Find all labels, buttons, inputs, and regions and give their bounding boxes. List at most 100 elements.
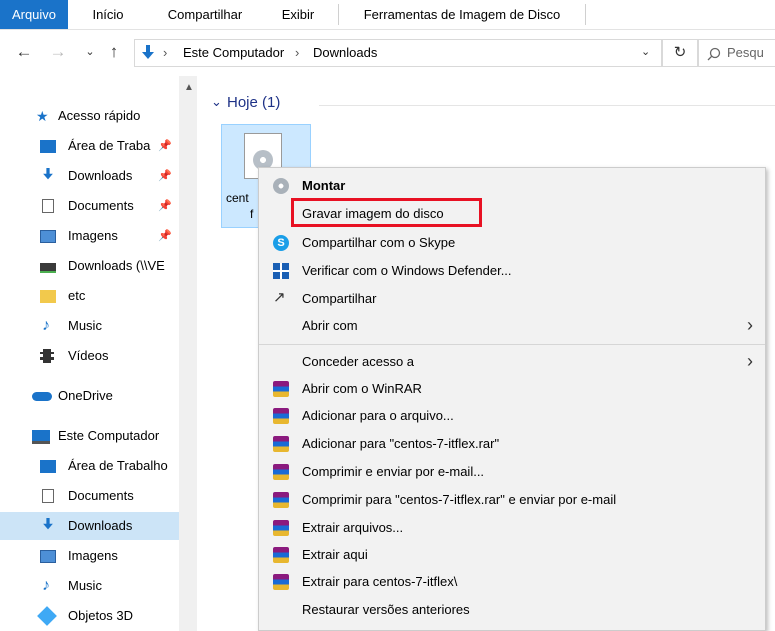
nav-item-documents-quick[interactable]: Documents 📌 xyxy=(0,192,179,220)
download-arrow-icon xyxy=(43,168,53,180)
submenu-chevron-icon: › xyxy=(747,351,753,371)
nav-item-imagens-pc[interactable]: Imagens xyxy=(0,542,179,570)
address-bar[interactable]: › Este Computador › Downloads ⌄ xyxy=(134,39,662,67)
group-collapse-chevron-icon[interactable]: ⌄ xyxy=(211,94,222,110)
nav-item-downloads-pc[interactable]: Downloads xyxy=(0,512,179,540)
nav-quick-access[interactable]: ★ Acesso rápido xyxy=(0,102,179,130)
film-icon xyxy=(40,349,54,363)
tab-compartilhar[interactable]: Compartilhar xyxy=(153,0,257,29)
nav-item-imagens-quick[interactable]: Imagens 📌 xyxy=(0,222,179,250)
menu-label: Compartilhar com o Skype xyxy=(302,235,456,250)
computer-icon xyxy=(32,430,50,444)
file-name-line: f xyxy=(250,207,254,221)
menu-item-conceder-acesso[interactable]: Conceder acesso a › xyxy=(259,348,765,375)
winrar-icon xyxy=(273,574,289,590)
breadcrumb-este-computador[interactable]: Este Computador xyxy=(183,45,284,60)
menu-label: Restaurar versões anteriores xyxy=(302,602,470,617)
nav-label: Este Computador xyxy=(58,428,160,443)
nav-este-computador[interactable]: Este Computador xyxy=(0,422,179,450)
menu-label: Abrir com xyxy=(302,318,358,333)
menu-item-restaurar-versoes[interactable]: Restaurar versões anteriores xyxy=(259,596,765,623)
menu-item-extrair-para[interactable]: Extrair para centos-7-itflex\ xyxy=(259,568,765,595)
menu-item-comprimir-email[interactable]: Comprimir e enviar por e-mail... xyxy=(259,458,765,485)
defender-icon xyxy=(273,263,289,279)
menu-label: Comprimir e enviar por e-mail... xyxy=(302,464,485,479)
nav-item-documents-pc[interactable]: Documents xyxy=(0,482,179,510)
menu-item-compartilhar[interactable]: ↗ Compartilhar xyxy=(259,285,765,312)
desktop-icon xyxy=(40,140,56,153)
menu-label: Verificar com o Windows Defender... xyxy=(302,263,512,278)
menu-label: Comprimir para "centos-7-itflex.rar" e e… xyxy=(302,492,617,507)
nav-item-network-downloads[interactable]: Downloads (\\VE xyxy=(0,252,179,280)
up-arrow-icon[interactable]: ↑ xyxy=(104,42,124,62)
download-arrow-icon xyxy=(43,518,53,530)
nav-label: Vídeos xyxy=(68,348,109,363)
pin-icon: 📌 xyxy=(158,140,172,152)
navigation-pane: ★ Acesso rápido Área de Traba 📌 Download… xyxy=(0,76,179,631)
nav-label: Documents xyxy=(68,488,134,503)
winrar-icon xyxy=(273,408,289,424)
cloud-icon xyxy=(32,392,52,401)
nav-onedrive[interactable]: OneDrive xyxy=(0,382,179,410)
nav-label: Downloads (\\VE xyxy=(68,258,165,273)
menu-item-skype[interactable]: S Compartilhar com o Skype xyxy=(259,229,765,256)
tab-ferramentas-imagem-disco[interactable]: Ferramentas de Imagem de Disco xyxy=(350,0,574,29)
pin-icon: 📌 xyxy=(158,230,172,242)
group-header[interactable]: Hoje (1) xyxy=(227,94,280,111)
menu-label: Adicionar para "centos-7-itflex.rar" xyxy=(302,436,500,451)
nav-label: Área de Trabalho xyxy=(68,458,168,473)
menu-label: Extrair aqui xyxy=(302,547,368,562)
nav-item-objetos-3d[interactable]: Objetos 3D xyxy=(0,602,179,630)
nav-label: Imagens xyxy=(68,228,118,243)
nav-item-etc[interactable]: etc xyxy=(0,282,179,310)
nav-label: Imagens xyxy=(68,548,118,563)
menu-item-extrair-aqui[interactable]: Extrair aqui xyxy=(259,541,765,568)
menu-item-extrair-arquivos[interactable]: Extrair arquivos... xyxy=(259,514,765,541)
search-input[interactable]: Pesqu xyxy=(698,39,775,67)
skype-icon: S xyxy=(273,235,289,251)
menu-label: Abrir com o WinRAR xyxy=(302,381,422,396)
pin-icon: 📌 xyxy=(158,170,172,182)
menu-item-adicionar-arquivo[interactable]: Adicionar para o arquivo... xyxy=(259,402,765,429)
music-note-icon: ♪ xyxy=(42,317,50,334)
tab-arquivo[interactable]: Arquivo xyxy=(0,0,68,29)
back-arrow-icon[interactable]: ← xyxy=(14,42,34,62)
tab-exibir[interactable]: Exibir xyxy=(270,0,326,29)
nav-label: Documents xyxy=(68,198,134,213)
tab-inicio[interactable]: Início xyxy=(80,0,136,29)
pictures-icon xyxy=(40,230,56,243)
group-divider xyxy=(319,105,775,106)
menu-label: Compartilhar xyxy=(302,291,377,306)
highlight-annotation-box xyxy=(291,198,482,227)
nav-item-videos[interactable]: Vídeos xyxy=(0,342,179,370)
menu-item-montar[interactable]: Montar xyxy=(259,172,765,199)
address-dropdown-chevron-icon[interactable]: ⌄ xyxy=(641,45,650,58)
music-note-icon: ♪ xyxy=(42,577,50,594)
nav-item-downloads-quick[interactable]: Downloads 📌 xyxy=(0,162,179,190)
cube-3d-icon xyxy=(37,606,57,626)
winrar-icon xyxy=(273,547,289,563)
document-icon xyxy=(42,199,54,213)
breadcrumb-downloads[interactable]: Downloads xyxy=(313,45,377,60)
nav-item-area-de-trabalho[interactable]: Área de Traba 📌 xyxy=(0,132,179,160)
scroll-up-icon[interactable]: ▲ xyxy=(184,82,194,93)
nav-item-music-pc[interactable]: ♪ Music xyxy=(0,572,179,600)
nav-item-area-de-trabalho-pc[interactable]: Área de Trabalho xyxy=(0,452,179,480)
nav-scrollbar[interactable]: ▲ xyxy=(179,76,197,631)
recent-locations-chevron-icon[interactable]: ⌄ xyxy=(80,42,100,62)
document-icon xyxy=(42,489,54,503)
menu-item-adicionar-rar[interactable]: Adicionar para "centos-7-itflex.rar" xyxy=(259,430,765,457)
menu-item-comprimir-rar-email[interactable]: Comprimir para "centos-7-itflex.rar" e e… xyxy=(259,486,765,513)
star-icon: ★ xyxy=(36,108,49,124)
nav-item-music-quick[interactable]: ♪ Music xyxy=(0,312,179,340)
menu-item-abrir-winrar[interactable]: Abrir com o WinRAR xyxy=(259,375,765,402)
forward-arrow-icon[interactable]: → xyxy=(48,42,68,62)
menu-item-defender[interactable]: Verificar com o Windows Defender... xyxy=(259,257,765,284)
share-icon: ↗ xyxy=(273,289,286,306)
winrar-icon xyxy=(273,492,289,508)
search-placeholder: Pesqu xyxy=(727,45,764,60)
nav-label: OneDrive xyxy=(58,388,113,403)
nav-label: Downloads xyxy=(68,518,133,533)
menu-item-abrir-com[interactable]: Abrir com › xyxy=(259,312,765,339)
refresh-icon[interactable]: ↻ xyxy=(662,39,698,67)
